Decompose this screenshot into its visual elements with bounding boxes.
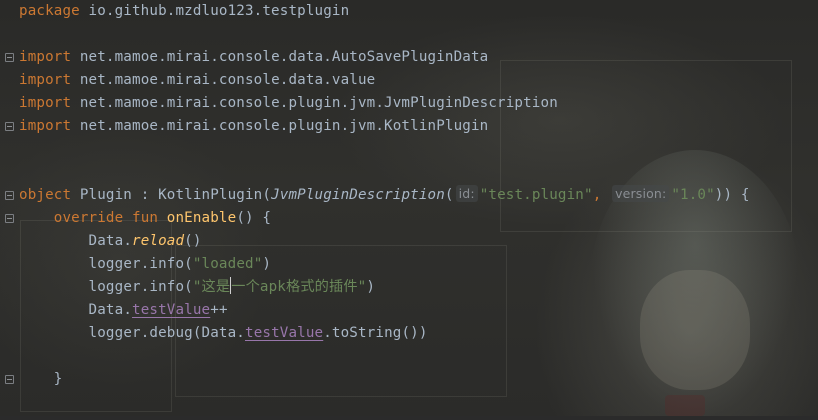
code-line-logger-debug: logger.debug(Data.testValue.toString()) — [19, 322, 428, 345]
import-path: net.mamoe.mirai.console.plugin.jvm.JvmPl… — [71, 95, 558, 111]
property-reference: testValue — [245, 325, 324, 341]
close-paren-brace: )) { — [714, 187, 750, 203]
logger-call: logger.info( — [88, 256, 193, 272]
keyword-token: override fun — [53, 210, 159, 226]
close-paren: ) — [366, 279, 376, 295]
code-line-import: import net.mamoe.mirai.console.plugin.jv… — [19, 115, 488, 138]
constructor-call: JvmPluginDescription — [271, 187, 445, 203]
code-line-package: package io.github.mzdluo123.testplugin — [19, 0, 349, 23]
parameter-hint-version: version: — [612, 185, 670, 202]
code-line-logger-info: logger.info("这是一个apk格式的插件") — [19, 276, 375, 299]
closing-brace: } — [53, 371, 63, 387]
code-line-logger-info: logger.info("loaded") — [19, 253, 271, 276]
keyword-token: package — [19, 3, 80, 19]
string-literal: "loaded" — [192, 256, 263, 272]
string-literal: "这是 — [192, 279, 231, 295]
params-brace: () { — [236, 210, 272, 226]
keyword-token: import — [19, 118, 72, 134]
logger-call: logger.debug(Data. — [88, 325, 245, 341]
close-paren: ) — [262, 256, 272, 272]
keyword-token: import — [19, 49, 72, 65]
keyword-token: import — [19, 72, 72, 88]
code-line-close-brace: } — [19, 368, 63, 391]
keyword-token: object — [19, 187, 72, 203]
extension-call: reload — [132, 233, 185, 249]
import-path: net.mamoe.mirai.console.plugin.jvm.Kotli… — [71, 118, 489, 134]
code-line-increment: Data.testValue++ — [19, 299, 228, 322]
code-line-reload: Data.reload() — [19, 230, 202, 253]
keyword-token: import — [19, 95, 72, 111]
open-paren: ( — [444, 187, 454, 203]
object-declaration: Plugin : KotlinPlugin( — [71, 187, 272, 203]
fold-marker-icon[interactable] — [5, 191, 14, 200]
increment-operator: ++ — [210, 302, 228, 318]
code-line-import: import net.mamoe.mirai.console.plugin.jv… — [19, 92, 558, 115]
string-literal: "1.0" — [671, 187, 715, 203]
import-path: net.mamoe.mirai.console.data.value — [71, 72, 376, 88]
method-call: .toString()) — [323, 325, 428, 341]
string-literal: "test.plugin" — [479, 187, 593, 203]
code-line-object-declaration: object Plugin : KotlinPlugin(JvmPluginDe… — [19, 184, 750, 207]
fold-marker-icon[interactable] — [5, 375, 14, 384]
property-reference: testValue — [132, 302, 211, 318]
fold-marker-icon[interactable] — [5, 122, 14, 131]
logger-call: logger.info( — [88, 279, 193, 295]
function-name: onEnable — [158, 210, 237, 226]
receiver: Data. — [88, 233, 133, 249]
code-line-override: override fun onEnable() { — [19, 207, 271, 230]
package-name: io.github.mzdluo123.testplugin — [79, 3, 350, 19]
call-parens: () — [184, 233, 202, 249]
string-literal: 一个apk格式的插件" — [231, 279, 367, 295]
code-line-import: import net.mamoe.mirai.console.data.valu… — [19, 69, 375, 92]
parameter-hint-id: id: — [455, 185, 478, 202]
import-path: net.mamoe.mirai.console.data.AutoSavePlu… — [71, 49, 489, 65]
fold-marker-icon[interactable] — [5, 214, 14, 223]
code-editor[interactable]: package io.github.mzdluo123.testplugin i… — [19, 0, 818, 416]
receiver: Data. — [88, 302, 133, 318]
code-line-import: import net.mamoe.mirai.console.data.Auto… — [19, 46, 488, 69]
fold-marker-icon[interactable] — [5, 53, 14, 62]
